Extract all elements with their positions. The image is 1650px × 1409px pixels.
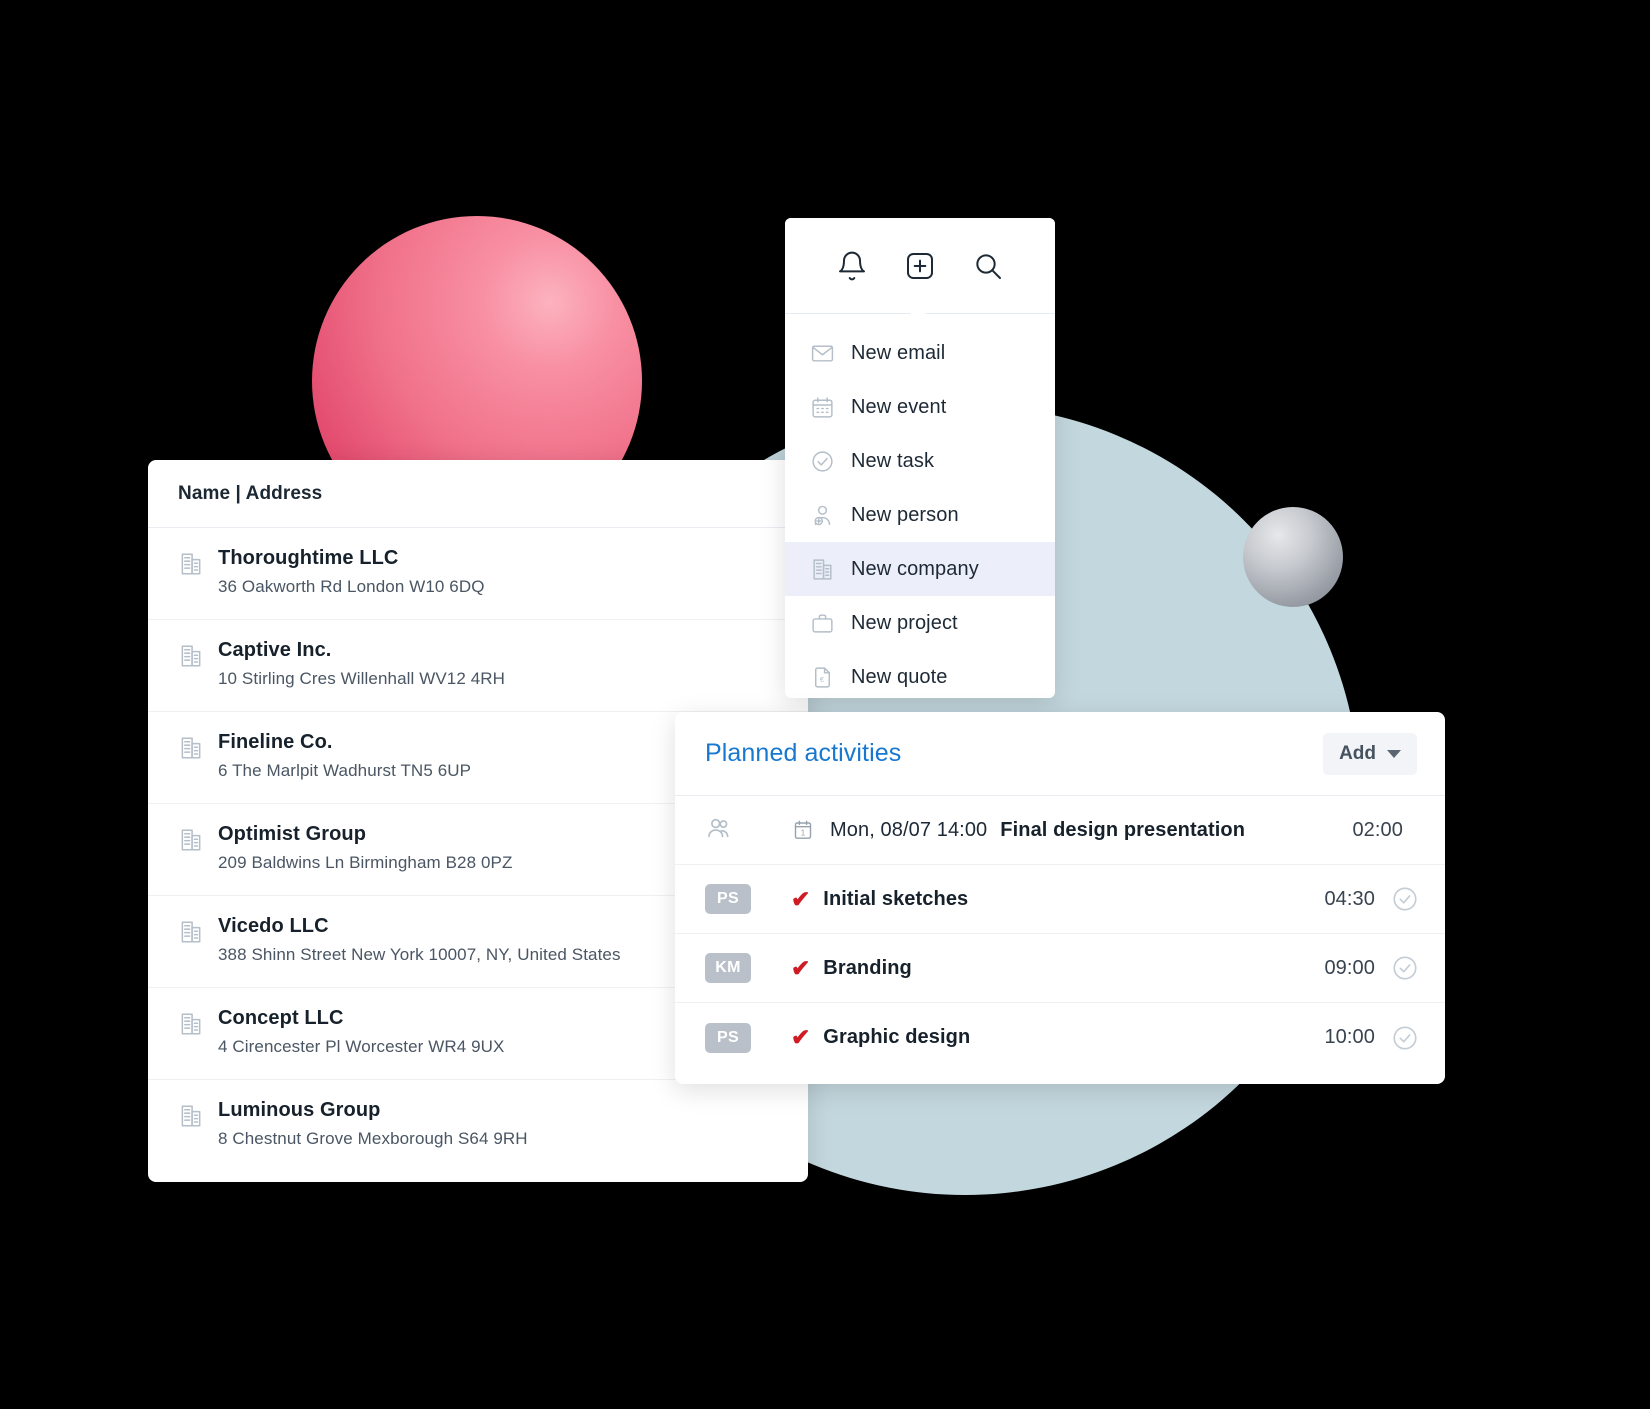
building-icon	[178, 827, 204, 858]
activity-avatar-cell: PS	[705, 884, 791, 914]
planned-activities-header: Planned activities Add	[675, 712, 1445, 796]
menu-item-new-event[interactable]: New event	[785, 380, 1055, 434]
activity-row[interactable]: PS ✔ Initial sketches 04:30	[675, 865, 1445, 934]
company-address: 10 Stirling Cres Willenhall WV12 4RH	[218, 669, 506, 688]
menu-item-label: New quote	[851, 665, 948, 688]
plus-square-icon[interactable]	[904, 250, 936, 282]
menu-item-label: New company	[851, 557, 979, 580]
menu-item-label: New task	[851, 449, 935, 472]
activity-time: 04:30	[1324, 887, 1375, 910]
activity-row[interactable]: KM ✔ Branding 09:00	[675, 934, 1445, 1003]
quick-create-menu-items: New email New event New task New person …	[785, 314, 1055, 698]
menu-item-new-project[interactable]: New project	[785, 596, 1055, 650]
menu-item-label: New project	[851, 611, 958, 634]
page-title: Planned activities	[705, 739, 902, 767]
add-activity-button[interactable]: Add	[1323, 732, 1417, 775]
decorative-gray-sphere	[1243, 507, 1343, 607]
company-name: Fineline Co.	[218, 731, 333, 753]
avatar: KM	[705, 953, 751, 983]
completed-check-icon: ✔	[791, 885, 811, 912]
activity-name: Graphic design	[823, 1026, 971, 1048]
building-icon	[178, 919, 204, 950]
activity-avatar-cell: PS	[705, 1022, 791, 1053]
column-header-name-address: Name | Address	[178, 482, 323, 504]
company-name: Thoroughtime LLC	[218, 547, 399, 569]
briefcase-icon	[809, 611, 835, 636]
app-topbar	[785, 218, 1055, 313]
menu-item-new-quote[interactable]: € New quote	[785, 650, 1055, 698]
company-name: Concept LLC	[218, 1007, 344, 1029]
building-icon	[178, 551, 204, 582]
building-icon	[809, 557, 835, 582]
search-icon[interactable]	[972, 250, 1004, 282]
company-address: 36 Oakworth Rd London W10 6DQ	[218, 577, 485, 596]
table-row[interactable]: Captive Inc. 10 Stirling Cres Willenhall…	[148, 620, 808, 712]
page-stage: Name | Address Thoroughtime LLC 36 Oakwo…	[0, 0, 1650, 1409]
people-icon	[705, 814, 733, 847]
mark-done-icon[interactable]	[1391, 885, 1419, 913]
company-address: 4 Cirencester Pl Worcester WR4 9UX	[218, 1037, 505, 1056]
activity-time: 10:00	[1324, 1026, 1375, 1048]
activity-row[interactable]: 1 Mon, 08/07 14:00 Final design presentat…	[675, 796, 1445, 865]
company-name: Optimist Group	[218, 823, 367, 845]
activity-date: Mon, 08/07 14:00	[830, 818, 988, 841]
svg-text:1: 1	[801, 829, 806, 838]
completed-check-icon: ✔	[791, 954, 811, 981]
table-row[interactable]: Luminous Group 8 Chestnut Grove Mexborou…	[148, 1080, 808, 1172]
activity-rows: 1 Mon, 08/07 14:00 Final design presentat…	[675, 796, 1445, 1072]
svg-text:€: €	[819, 675, 824, 684]
menu-item-label: New event	[851, 395, 947, 418]
activity-name: Branding	[823, 956, 912, 979]
menu-item-new-email[interactable]: New email	[785, 326, 1055, 380]
company-address: 8 Chestnut Grove Mexborough S64 9RH	[218, 1129, 528, 1148]
building-icon	[178, 735, 204, 766]
activity-time: 02:00	[1352, 818, 1403, 841]
activity-name: Final design presentation	[1000, 818, 1246, 841]
building-icon	[178, 1011, 204, 1042]
bell-icon[interactable]	[836, 250, 868, 282]
menu-item-new-company[interactable]: New company	[785, 542, 1055, 596]
check-circle-icon	[809, 449, 835, 474]
calendar-icon	[809, 395, 835, 420]
quick-create-menu-card: New email New event New task New person …	[785, 218, 1055, 698]
company-name: Vicedo LLC	[218, 915, 329, 937]
calendar-icon: 1	[791, 818, 815, 842]
avatar: PS	[705, 884, 751, 914]
document-euro-icon: €	[809, 665, 835, 690]
completed-check-icon: ✔	[791, 1024, 811, 1050]
activity-avatar-cell: KM	[705, 953, 791, 983]
activity-name: Initial sketches	[823, 887, 969, 910]
menu-caret-icon	[910, 307, 926, 314]
company-address: 209 Baldwins Ln Birmingham B28 0PZ	[218, 853, 513, 872]
company-name: Captive Inc.	[218, 639, 332, 661]
activity-time: 09:00	[1324, 956, 1375, 979]
menu-item-label: New person	[851, 503, 959, 526]
building-icon	[178, 1103, 204, 1134]
company-address: 388 Shinn Street New York 10007, NY, Uni…	[218, 945, 621, 964]
chevron-down-icon	[1387, 749, 1401, 758]
avatar: PS	[705, 1022, 751, 1053]
companies-list-header: Name | Address	[148, 460, 808, 528]
envelope-icon	[809, 341, 835, 366]
activity-avatar-cell	[705, 814, 791, 847]
add-button-label: Add	[1339, 742, 1376, 764]
menu-item-label: New email	[851, 341, 946, 364]
planned-activities-card: Planned activities Add 1 Mon, 08/07 14:00…	[675, 712, 1445, 1084]
menu-divider	[785, 307, 1055, 314]
mark-done-icon[interactable]	[1391, 954, 1419, 982]
table-row[interactable]: Thoroughtime LLC 36 Oakworth Rd London W…	[148, 528, 808, 620]
mark-done-icon[interactable]	[1391, 1024, 1419, 1052]
activity-row[interactable]: PS ✔ Graphic design 10:00	[675, 1003, 1445, 1072]
person-add-icon	[809, 503, 835, 528]
building-icon	[178, 643, 204, 674]
company-address: 6 The Marlpit Wadhurst TN5 6UP	[218, 761, 472, 780]
company-name: Luminous Group	[218, 1099, 381, 1121]
menu-item-new-task[interactable]: New task	[785, 434, 1055, 488]
menu-item-new-person[interactable]: New person	[785, 488, 1055, 542]
